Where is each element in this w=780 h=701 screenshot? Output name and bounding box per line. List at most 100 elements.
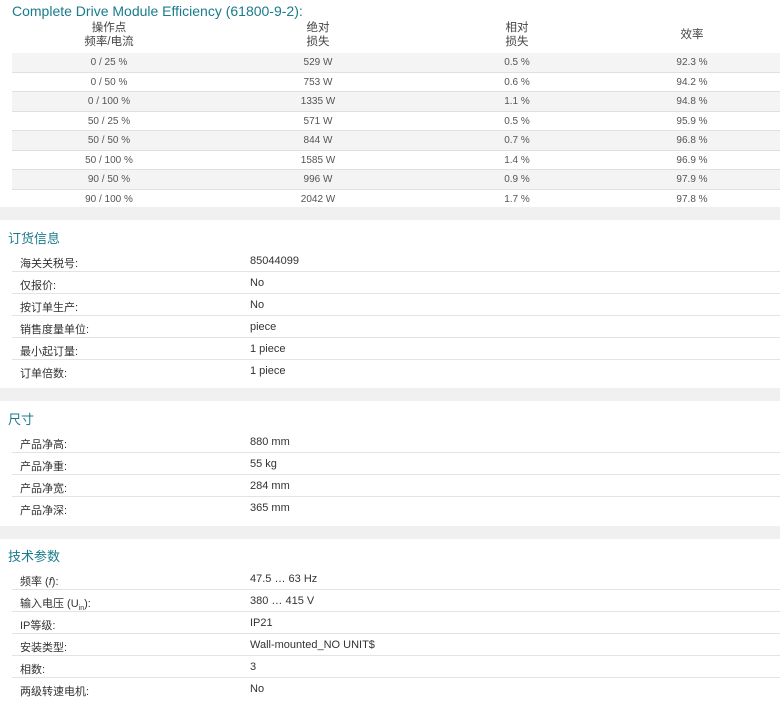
table-row: 50 / 50 % 844 W 0.7 % 96.8 % xyxy=(12,131,780,151)
cell-rel-loss: 0.7 % xyxy=(504,135,530,146)
table-row: 50 / 100 % 1585 W 1.4 % 96.9 % xyxy=(12,151,780,170)
table-row: 输入电压 (Uin): 380 … 415 V xyxy=(12,590,780,612)
row-label: 相数: xyxy=(20,664,46,676)
efficiency-title: Complete Drive Module Efficiency (61800-… xyxy=(12,3,303,19)
cell-abs-loss: 2042 W xyxy=(300,193,336,205)
cell-rel-loss: 1.4 % xyxy=(504,154,530,166)
row-value: 85044099 xyxy=(250,255,299,267)
row-value: No xyxy=(250,299,265,311)
cell-efficiency: 96.9 % xyxy=(676,154,708,166)
cell-point: 0 / 100 % xyxy=(87,96,131,107)
cell-efficiency: 94.2 % xyxy=(676,76,708,88)
row-value: 284 mm xyxy=(250,480,290,492)
cell-abs-loss: 1335 W xyxy=(300,96,336,107)
cell-abs-loss: 753 W xyxy=(303,76,333,88)
row-label: 两级转速电机: xyxy=(20,686,90,698)
row-value: No xyxy=(250,277,265,289)
row-label: 产品净高: xyxy=(20,439,68,451)
cell-rel-loss: 1.1 % xyxy=(504,96,530,107)
table-row: 产品净宽: 284 mm xyxy=(12,475,780,497)
row-value: 55 kg xyxy=(250,458,277,470)
row-value: 47.5 … 63 Hz xyxy=(250,573,318,585)
table-row: 0 / 50 % 753 W 0.6 % 94.2 % xyxy=(12,73,780,92)
table-row: 产品净高: 880 mm xyxy=(12,431,780,453)
header-line: 绝对 xyxy=(306,22,330,34)
cell-point: 50 / 50 % xyxy=(87,135,131,146)
row-value: 880 mm xyxy=(250,436,290,448)
cell-rel-loss: 0.6 % xyxy=(504,76,530,88)
table-row: 频率 (f): 47.5 … 63 Hz xyxy=(12,568,780,590)
header-line: 频率/电流 xyxy=(84,36,134,48)
freq-label-end: ): xyxy=(51,576,59,588)
row-value: piece xyxy=(250,321,277,333)
row-label: 频率 (f): xyxy=(20,573,59,589)
table-row: 50 / 25 % 571 W 0.5 % 95.9 % xyxy=(12,112,780,131)
cell-rel-loss: 0.9 % xyxy=(504,174,530,185)
header-line: 损失 xyxy=(306,36,330,48)
voltage-label-end: ): xyxy=(84,598,91,610)
cell-point: 50 / 25 % xyxy=(87,115,131,127)
row-value: 380 … 415 V xyxy=(250,595,315,607)
row-label: IP等级: xyxy=(20,620,56,632)
table-row: 安装类型: Wall-mounted_NO UNIT$ xyxy=(12,634,780,656)
row-label: 销售度量单位: xyxy=(20,324,90,336)
cell-point: 90 / 100 % xyxy=(85,193,133,205)
row-label: 订单倍数: xyxy=(20,368,68,380)
table-row: 订单倍数: 1 piece xyxy=(12,360,780,381)
table-row: 产品净重: 55 kg xyxy=(12,453,780,475)
technical-title: 技术参数 xyxy=(8,549,61,564)
cell-efficiency: 97.9 % xyxy=(676,174,708,185)
row-label: 最小起订量: xyxy=(20,346,79,358)
row-value: 365 mm xyxy=(250,502,290,514)
header-line: 损失 xyxy=(505,36,529,48)
cell-efficiency: 94.8 % xyxy=(676,96,708,107)
technical-table: 频率 (f): 47.5 … 63 Hz 输入电压 (Uin): 380 … 4… xyxy=(12,568,780,699)
header-efficiency: 效率 xyxy=(680,29,704,41)
row-label: 安装类型: xyxy=(20,642,68,654)
cell-abs-loss: 529 W xyxy=(303,57,333,68)
ordering-title: 订货信息 xyxy=(8,231,61,246)
row-value: IP21 xyxy=(250,617,273,629)
efficiency-table-header: 操作点 频率/电流 绝对 损失 相对 损失 效率 xyxy=(12,20,780,54)
section-divider xyxy=(0,526,780,539)
row-label: 仅报价: xyxy=(20,280,57,292)
cell-rel-loss: 1.7 % xyxy=(504,193,530,205)
row-label: 产品净深: xyxy=(20,505,68,517)
dimensions-title: 尺寸 xyxy=(8,412,35,427)
header-relative-loss: 相对 损失 xyxy=(430,21,604,49)
table-row: 0 / 25 % 529 W 0.5 % 92.3 % xyxy=(12,53,780,73)
cell-efficiency: 95.9 % xyxy=(676,115,708,127)
header-line: 相对 xyxy=(505,22,529,34)
table-row: 90 / 50 % 996 W 0.9 % 97.9 % xyxy=(12,170,780,190)
row-label: 产品净宽: xyxy=(20,483,68,495)
cell-point: 0 / 25 % xyxy=(90,57,128,68)
cell-abs-loss: 1585 W xyxy=(300,154,336,166)
header-line: 操作点 xyxy=(91,22,127,34)
table-row: 0 / 100 % 1335 W 1.1 % 94.8 % xyxy=(12,92,780,112)
section-divider xyxy=(0,207,780,220)
header-absolute-loss: 绝对 损失 xyxy=(206,21,430,49)
row-label: 海关关税号: xyxy=(20,258,79,270)
table-row: 最小起订量: 1 piece xyxy=(12,338,780,360)
cell-efficiency: 92.3 % xyxy=(676,57,708,68)
row-value: 1 piece xyxy=(250,365,286,377)
row-value: 1 piece xyxy=(250,343,286,355)
table-row: 两级转速电机: No xyxy=(12,678,780,699)
header-operating-point: 操作点 频率/电流 xyxy=(12,21,206,49)
section-divider xyxy=(0,388,780,401)
table-row: 仅报价: No xyxy=(12,272,780,294)
dimensions-table: 产品净高: 880 mm 产品净重: 55 kg 产品净宽: 284 mm 产品净深:… xyxy=(12,431,780,518)
cell-abs-loss: 844 W xyxy=(303,135,333,146)
cell-rel-loss: 0.5 % xyxy=(504,115,530,127)
table-row: IP等级: IP21 xyxy=(12,612,780,634)
freq-label: 频率 ( xyxy=(20,576,49,588)
row-label: 产品净重: xyxy=(20,461,68,473)
cell-point: 50 / 100 % xyxy=(85,154,133,166)
table-row: 按订单生产: No xyxy=(12,294,780,316)
table-row: 90 / 100 % 2042 W 1.7 % 97.8 % xyxy=(12,190,780,209)
row-label: 输入电压 (Uin): xyxy=(20,595,91,612)
efficiency-table: 0 / 25 % 529 W 0.5 % 92.3 % 0 / 50 % 753 W 0.… xyxy=(12,53,780,208)
cell-efficiency: 96.8 % xyxy=(676,135,708,146)
row-value: 3 xyxy=(250,661,257,673)
cell-efficiency: 97.8 % xyxy=(676,193,708,205)
